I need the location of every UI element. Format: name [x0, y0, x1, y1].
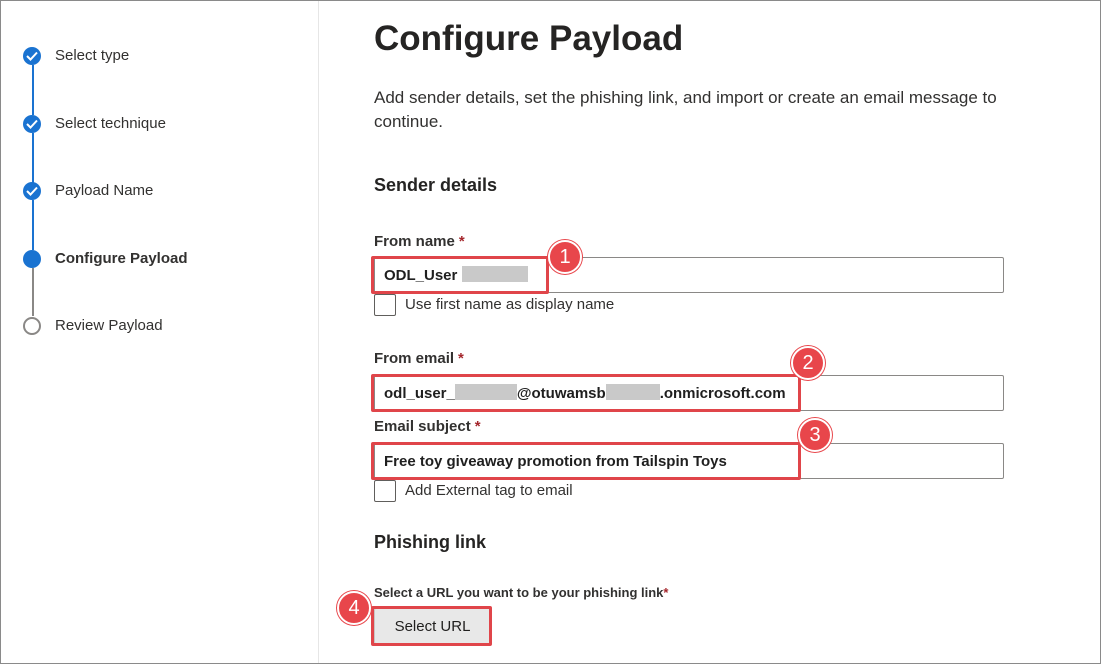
- select-url-button[interactable]: Select URL: [374, 608, 491, 644]
- callout-badge-4: 4: [337, 591, 371, 625]
- from-name-label: From name *: [374, 233, 465, 250]
- from-email-input[interactable]: odl_user_ @otuwamsb .onmicrosoft.com: [374, 375, 1004, 411]
- step-label: Select type: [55, 47, 130, 64]
- from-name-value: ODL_User: [384, 266, 528, 286]
- page-title: Configure Payload: [374, 19, 684, 58]
- callout-badge-2: 2: [791, 346, 825, 380]
- from-name-input[interactable]: ODL_User: [374, 257, 1004, 293]
- current-step-dot-icon: [23, 250, 41, 268]
- from-email-label: From email *: [374, 350, 464, 367]
- required-marker: *: [663, 585, 669, 600]
- external-tag-checkbox[interactable]: [374, 480, 396, 502]
- step-payload-name[interactable]: Payload Name: [1, 182, 301, 206]
- checkmark-icon: [23, 47, 41, 65]
- sender-details-heading: Sender details: [374, 175, 498, 195]
- checkbox-label: Use first name as display name: [405, 296, 615, 313]
- step-label: Review Payload: [55, 317, 163, 334]
- pending-step-circle-icon: [23, 317, 41, 335]
- phishing-link-heading: Phishing link: [374, 532, 487, 552]
- email-subject-label: Email subject *: [374, 418, 481, 435]
- email-subject-input[interactable]: Free toy giveaway promotion from Tailspi…: [374, 443, 1004, 479]
- step-label: Select technique: [55, 115, 166, 132]
- callout-badge-3: 3: [798, 418, 832, 452]
- redacted-text: [605, 384, 660, 400]
- phishing-link-prompt: Select a URL you want to be your phishin…: [374, 585, 669, 600]
- callout-badge-1: 1: [548, 240, 582, 274]
- first-name-display-checkbox[interactable]: [374, 294, 396, 316]
- step-configure-payload[interactable]: Configure Payload: [1, 250, 301, 274]
- page-description: Add sender details, set the phishing lin…: [374, 88, 997, 131]
- email-subject-value: Free toy giveaway promotion from Tailspi…: [384, 453, 727, 470]
- required-marker: *: [458, 350, 464, 367]
- step-select-type[interactable]: Select type: [1, 47, 301, 71]
- step-connector: [32, 200, 34, 250]
- step-review-payload[interactable]: Review Payload: [1, 317, 301, 341]
- step-select-technique[interactable]: Select technique: [1, 115, 301, 139]
- checkbox-label: Add External tag to email: [405, 482, 573, 499]
- wizard-stepper: Select type Select technique Payload Nam…: [1, 1, 319, 663]
- required-marker: *: [458, 233, 465, 250]
- redacted-text: [461, 266, 528, 282]
- step-connector: [32, 268, 34, 316]
- step-connector: [32, 65, 34, 115]
- step-label: Payload Name: [55, 182, 154, 199]
- from-email-value: odl_user_ @otuwamsb .onmicrosoft.com: [384, 384, 786, 402]
- checkmark-icon: [23, 182, 41, 200]
- required-marker: *: [474, 418, 481, 435]
- redacted-text: [454, 384, 517, 400]
- step-label: Configure Payload: [55, 250, 188, 267]
- checkmark-icon: [23, 115, 41, 133]
- step-connector: [32, 133, 34, 183]
